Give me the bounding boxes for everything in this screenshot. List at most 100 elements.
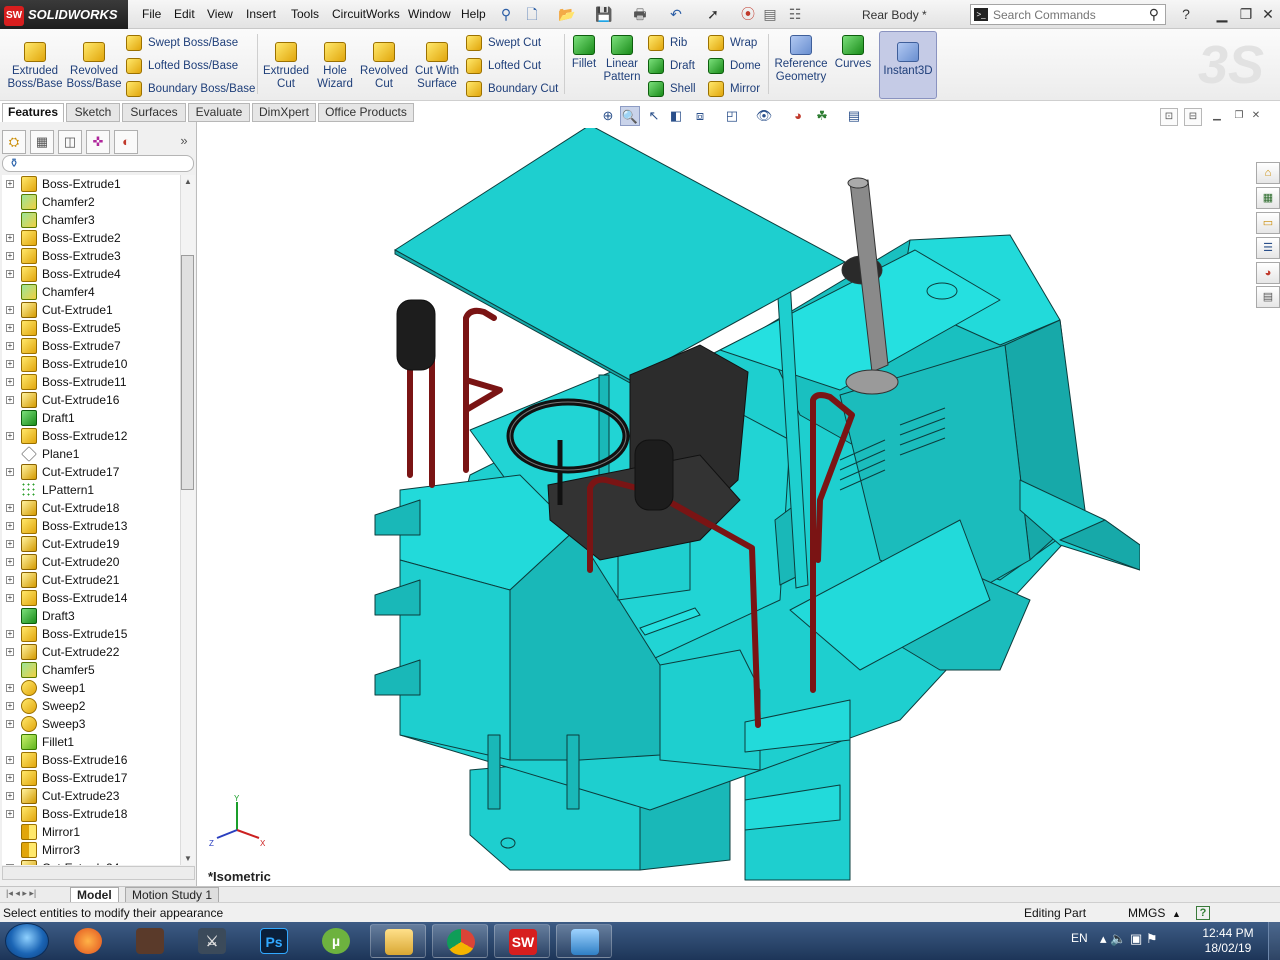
tree-item[interactable]: + Boss-Extrude15 [2, 625, 180, 643]
tray-expand-arrow-icon[interactable]: ▴ [1100, 931, 1107, 946]
tree-item[interactable]: Mirror1 [2, 823, 180, 841]
cut-with-surface-button[interactable]: Cut With Surface [410, 42, 464, 91]
tree-expand-icon[interactable]: + [6, 720, 14, 728]
menu-edit[interactable]: Edit [174, 7, 195, 21]
tree-item[interactable]: Plane1 [2, 445, 180, 463]
taskbar-tomb-raider[interactable] [122, 924, 178, 958]
tree-item[interactable]: + Cut-Extrude22 [2, 643, 180, 661]
edit-appearance-icon[interactable]: ◕ [788, 106, 808, 126]
tree-item[interactable]: Mirror3 [2, 841, 180, 859]
feature-tree-icon[interactable]: ⛭ [2, 130, 26, 154]
tab-dimxpert[interactable]: DimXpert [252, 103, 316, 122]
menu-view[interactable]: View [207, 7, 233, 21]
lofted-cut-button[interactable]: Lofted Cut [466, 56, 541, 76]
tree-item[interactable]: + Cut-Extrude17 [2, 463, 180, 481]
restore-button[interactable]: ❐ [1236, 5, 1256, 23]
solidworks-resources-home-icon[interactable]: ⌂ [1256, 162, 1280, 184]
tree-item[interactable]: + Sweep3 [2, 715, 180, 733]
taskbar-utorrent[interactable]: µ [308, 924, 364, 958]
zoom-to-fit-icon[interactable]: ⊕ [598, 106, 618, 126]
tree-item[interactable]: Fillet1 [2, 733, 180, 751]
tree-expand-icon[interactable]: + [6, 522, 14, 530]
previous-view-icon[interactable]: ↖ [644, 106, 664, 126]
tree-expand-icon[interactable]: + [6, 702, 14, 710]
tab-evaluate[interactable]: Evaluate [188, 103, 250, 122]
tree-expand-icon[interactable]: + [6, 504, 14, 512]
tree-expand-icon[interactable]: + [6, 468, 14, 476]
appearances-scenes-icon[interactable]: ◕ [1256, 262, 1280, 284]
tree-scrollbar-thumb[interactable] [181, 255, 194, 490]
tree-item[interactable]: + Boss-Extrude10 [2, 355, 180, 373]
extruded-boss-button[interactable]: Extruded Boss/Base [4, 42, 66, 91]
tree-expand-icon[interactable]: + [6, 432, 14, 440]
tree-expand-icon[interactable]: + [6, 792, 14, 800]
tab-motion-study-1[interactable]: Motion Study 1 [125, 887, 220, 903]
solidworks-logo[interactable]: SW SOLIDWORKS [0, 0, 128, 29]
units-up-arrow-icon[interactable]: ▲ [1172, 909, 1181, 919]
new-document-icon[interactable]: 🗋 [524, 5, 540, 23]
save-icon[interactable]: 💾 [595, 5, 612, 23]
display-style-icon[interactable]: ◰ [722, 106, 742, 126]
tray-icons[interactable]: ▴ 🔈 ▣ ⚑ [1100, 931, 1158, 947]
tree-expand-icon[interactable]: + [6, 684, 14, 692]
tab-sketch[interactable]: Sketch [66, 103, 120, 122]
tree-horizontal-scrollbar[interactable] [2, 866, 195, 880]
search-icon[interactable]: ⚲ [1149, 6, 1159, 23]
menu-file[interactable]: File [142, 7, 161, 21]
tree-item[interactable]: Chamfer5 [2, 661, 180, 679]
rib-button[interactable]: Rib [648, 33, 687, 53]
taskbar-chrome[interactable] [432, 924, 488, 958]
boundary-cut-button[interactable]: Boundary Cut [466, 79, 558, 99]
tree-item[interactable]: + Boss-Extrude4 [2, 265, 180, 283]
menu-insert[interactable]: Insert [246, 7, 276, 21]
volume-icon[interactable]: 🔈 [1110, 931, 1126, 946]
taskbar-photoshop[interactable]: Ps [246, 924, 302, 958]
options-icon[interactable]: ☷ [787, 5, 803, 23]
view-settings-icon[interactable]: ▤ [844, 106, 864, 126]
tree-expand-icon[interactable]: + [6, 594, 14, 602]
taskbar-file-explorer[interactable] [370, 924, 426, 958]
linear-pattern-button[interactable]: Linear Pattern [602, 35, 642, 84]
tree-expand-icon[interactable]: + [6, 864, 14, 865]
tree-item[interactable]: + Cut-Extrude16 [2, 391, 180, 409]
menu-window[interactable]: Window [408, 7, 451, 21]
custom-properties-icon[interactable]: ▤ [1256, 286, 1280, 308]
tree-item[interactable]: + Boss-Extrude3 [2, 247, 180, 265]
configuration-manager-icon[interactable]: ◫ [58, 130, 82, 154]
tray-clock[interactable]: 12:44 PM 18/02/19 [1198, 926, 1258, 956]
tree-expand-icon[interactable]: + [6, 648, 14, 656]
viewport-tile-icon[interactable]: ⊡ [1160, 108, 1178, 126]
revolved-cut-button[interactable]: Revolved Cut [360, 42, 408, 91]
taskbar-solidworks[interactable]: SW [494, 924, 550, 958]
tree-expand-icon[interactable]: + [6, 180, 14, 188]
tree-expand-icon[interactable]: + [6, 360, 14, 368]
taskbar-counter-strike[interactable]: ⚔ [184, 924, 240, 958]
property-manager-icon[interactable]: ▦ [30, 130, 54, 154]
viewport-minimize-button[interactable]: ▁ [1208, 108, 1226, 126]
tab-surfaces[interactable]: Surfaces [122, 103, 186, 122]
tree-item[interactable]: + Cut-Extrude18 [2, 499, 180, 517]
lofted-boss-button[interactable]: Lofted Boss/Base [126, 56, 238, 76]
tree-item[interactable]: + Boss-Extrude5 [2, 319, 180, 337]
search-input[interactable] [993, 6, 1143, 23]
network-icon[interactable]: ▣ [1130, 931, 1142, 946]
search-commands-box[interactable]: >_ ⚲ [970, 4, 1166, 25]
minimize-button[interactable]: ▁ [1212, 5, 1232, 23]
curves-button[interactable]: Curves [832, 35, 874, 71]
feature-filter-box[interactable]: ⚱ [2, 155, 194, 172]
pin-icon[interactable]: ⚲ [498, 5, 514, 23]
tree-item[interactable]: + Cut-Extrude1 [2, 301, 180, 319]
tree-item[interactable]: + Boss-Extrude18 [2, 805, 180, 823]
file-explorer-icon[interactable]: ▭ [1256, 212, 1280, 234]
tree-expand-icon[interactable]: + [6, 306, 14, 314]
dimxpert-manager-icon[interactable]: ✜ [86, 130, 110, 154]
print-icon[interactable]: 🖶 [632, 5, 648, 23]
flag-icon[interactable]: ⚑ [1146, 931, 1158, 946]
swept-cut-button[interactable]: Swept Cut [466, 33, 541, 53]
tree-item[interactable]: + Boss-Extrude13 [2, 517, 180, 535]
tree-item[interactable]: + Cut-Extrude21 [2, 571, 180, 589]
tree-expand-icon[interactable]: + [6, 576, 14, 584]
tree-item[interactable]: Chamfer2 [2, 193, 180, 211]
tree-item[interactable]: + Boss-Extrude7 [2, 337, 180, 355]
tree-expand-icon[interactable]: + [6, 342, 14, 350]
